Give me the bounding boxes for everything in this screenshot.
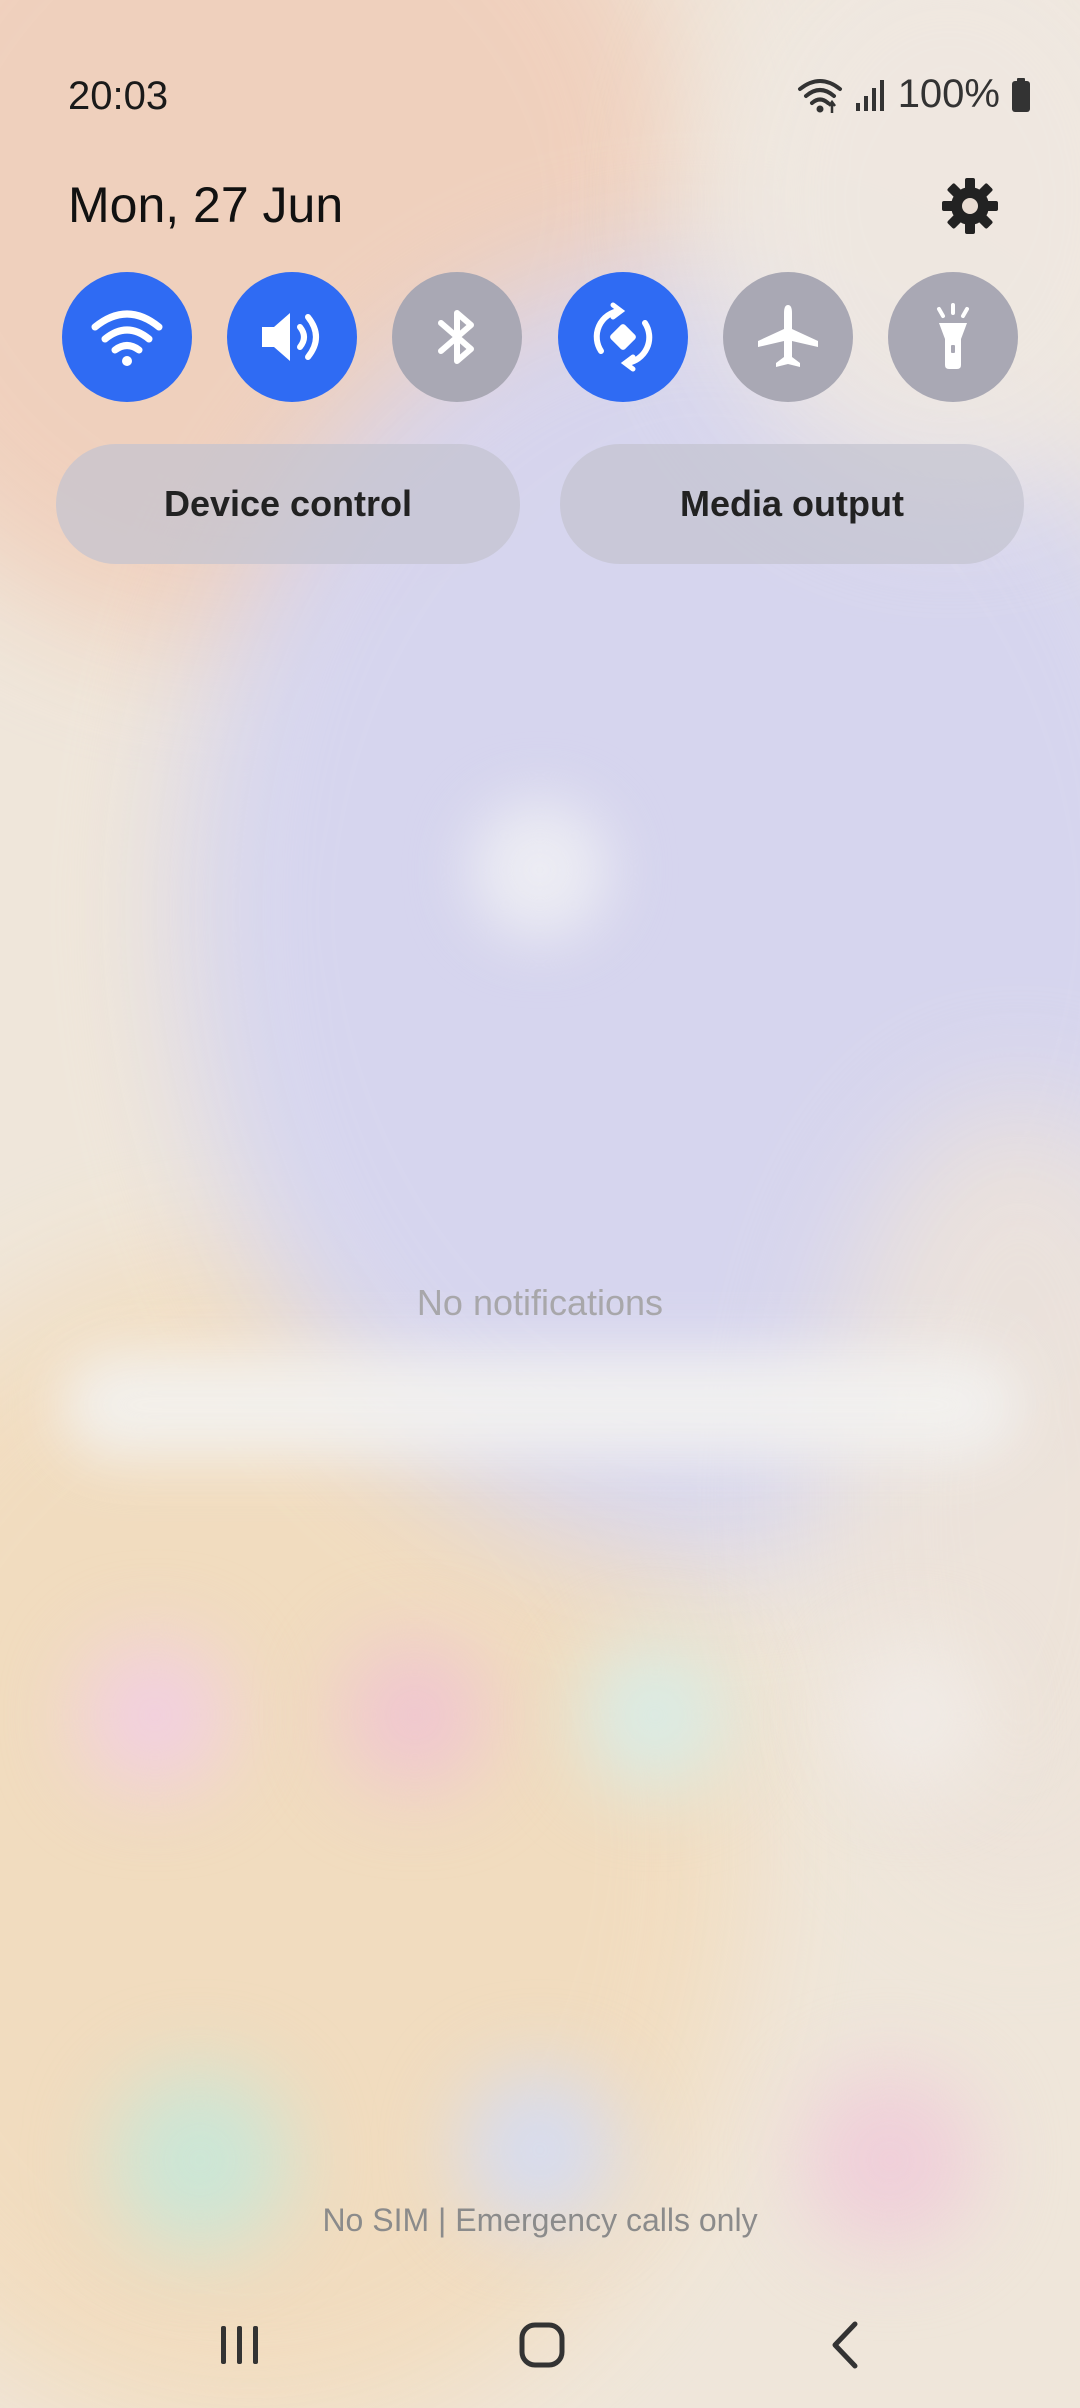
flashlight-tile[interactable] bbox=[887, 272, 1018, 402]
back-icon bbox=[832, 2321, 858, 2369]
battery-percent: 100% bbox=[897, 72, 1000, 116]
navigation-bar bbox=[0, 2300, 1080, 2390]
back-button[interactable] bbox=[786, 2300, 906, 2390]
sound-tile[interactable] bbox=[227, 272, 358, 402]
airplane-icon bbox=[757, 305, 818, 367]
recent-apps-icon bbox=[221, 2326, 258, 2364]
gear-icon[interactable] bbox=[938, 174, 1002, 238]
airplane-mode-tile[interactable] bbox=[722, 272, 853, 402]
flashlight-icon bbox=[936, 303, 969, 369]
date-label: Mon, 27 Jun bbox=[68, 177, 344, 233]
wifi-icon bbox=[91, 310, 163, 366]
sim-status-text: No SIM | Emergency calls only bbox=[322, 2202, 758, 2238]
recent-apps-button[interactable] bbox=[180, 2300, 300, 2390]
quick-settings-tiles bbox=[62, 272, 1018, 402]
status-icons: 100% bbox=[796, 72, 1032, 117]
battery-icon bbox=[1012, 77, 1030, 112]
home-button[interactable] bbox=[482, 2300, 602, 2390]
cellular-signal-icon bbox=[855, 79, 884, 111]
status-time: 20:03 bbox=[68, 74, 169, 118]
auto-rotate-icon bbox=[593, 302, 652, 372]
bluetooth-tile[interactable] bbox=[392, 272, 523, 402]
bluetooth-icon bbox=[438, 310, 475, 364]
device-control-button[interactable]: Device control bbox=[56, 444, 520, 564]
wifi-tile[interactable] bbox=[62, 272, 192, 402]
auto-rotate-tile[interactable] bbox=[557, 272, 688, 402]
wifi-icon bbox=[797, 78, 842, 113]
media-output-button[interactable]: Media output bbox=[560, 444, 1024, 564]
home-icon bbox=[519, 2322, 565, 2368]
no-notifications-text: No notifications bbox=[416, 1282, 664, 1323]
speaker-icon bbox=[262, 313, 320, 361]
